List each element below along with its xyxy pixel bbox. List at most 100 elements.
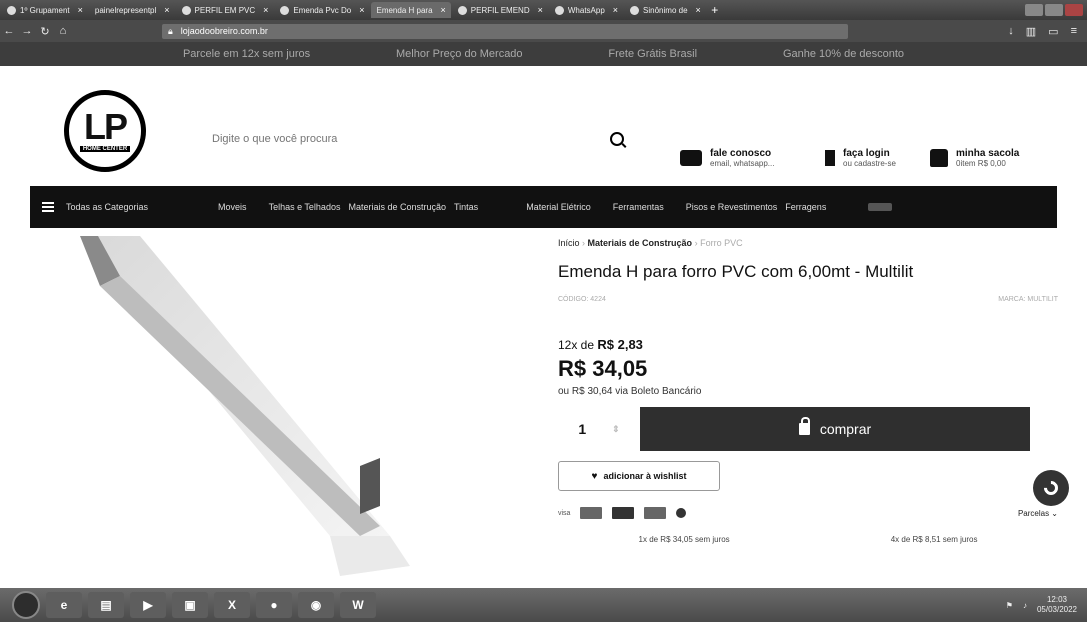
browser-tab[interactable]: WhatsApp × — [550, 2, 623, 18]
pvc-profile-illustration — [80, 236, 410, 576]
nav-more-icon[interactable] — [868, 203, 893, 211]
breadcrumb-category[interactable]: Materiais de Construção — [588, 238, 693, 248]
cart-link[interactable]: minha sacola 0item R$ 0,00 — [930, 148, 1019, 168]
close-tab-icon[interactable]: × — [263, 5, 268, 15]
nav-item[interactable]: Material Elétrico — [526, 202, 591, 212]
word-icon[interactable]: W — [340, 592, 376, 618]
lock-icon — [798, 417, 810, 435]
back-icon[interactable]: ← — [0, 25, 18, 37]
flag-icon[interactable]: ⚑ — [1006, 601, 1013, 610]
browser-toolbar: ← → ↻ ⌂ 🔒︎ lojaodoobreiro.com.br ↓ ▥ ▭ ≡ — [0, 20, 1087, 42]
plan-item: 4x de R$ 8,51 sem juros — [890, 535, 978, 544]
breadcrumb-home[interactable]: Início — [558, 238, 580, 248]
search-input[interactable] — [210, 132, 604, 146]
start-button[interactable] — [12, 591, 40, 619]
ie-icon[interactable]: e — [46, 592, 82, 618]
installment-plans: 1x de R$ 34,05 sem juros 4x de R$ 8,51 s… — [558, 535, 1058, 544]
browser-tab[interactable]: PERFIL EMEND × — [453, 2, 548, 18]
visa-icon: visa — [558, 509, 571, 517]
buy-button[interactable]: comprar — [640, 407, 1030, 451]
product-image[interactable] — [80, 236, 520, 586]
reload-icon[interactable]: ↻ — [36, 25, 54, 38]
contact-link[interactable]: fale conosco email, whatsapp... — [680, 148, 774, 168]
site-logo[interactable]: LP HOME CENTER — [64, 90, 146, 172]
nav-item[interactable]: Ferragens — [785, 202, 826, 212]
windows-taskbar: e ▤ ▶ ▣ X ● ◉ W ⚑ ♪ 12:03 05/03/2022 — [0, 588, 1087, 622]
breadcrumb-current: Forro PVC — [700, 238, 743, 248]
nav-item[interactable]: Telhas e Telhados — [269, 202, 341, 212]
promo-item: Ganhe 10% de desconto — [782, 48, 905, 60]
diners-icon — [644, 507, 667, 519]
amex-icon — [612, 507, 635, 519]
close-tab-icon[interactable]: × — [359, 5, 364, 15]
stepper-arrows-icon[interactable]: ⇕ — [612, 424, 620, 435]
search-icon[interactable] — [610, 132, 624, 146]
product-code: CÓDIGO: 4224 — [558, 296, 606, 303]
file-explorer-icon[interactable]: ▤ — [88, 592, 124, 618]
maximize-button[interactable] — [1045, 4, 1063, 16]
home-icon[interactable]: ⌂ — [54, 25, 72, 37]
promo-item: Frete Grátis Brasil — [608, 48, 698, 60]
payment-methods: visa Parcelas ⌄ — [558, 507, 1058, 519]
excel-icon[interactable]: X — [214, 592, 250, 618]
login-link[interactable]: faça login ou cadastre-se — [825, 148, 896, 168]
browser-tab[interactable]: 1º Grupament × — [2, 2, 88, 18]
close-tab-icon[interactable]: × — [78, 5, 83, 15]
library-icon[interactable]: ▥ — [1026, 25, 1036, 38]
close-tab-icon[interactable]: × — [613, 5, 618, 15]
close-tab-icon[interactable]: × — [696, 5, 701, 15]
browser-tab-active[interactable]: Emenda H para × — [371, 2, 451, 18]
phone-icon — [1041, 478, 1061, 498]
forward-icon[interactable]: → — [18, 25, 36, 37]
mastercard-icon — [580, 507, 603, 519]
add-to-wishlist-button[interactable]: ♥ adicionar à wishlist — [558, 461, 720, 491]
new-tab-button[interactable]: + — [706, 3, 724, 17]
product-title: Emenda H para forro PVC com 6,00mt - Mul… — [558, 262, 914, 281]
volume-icon[interactable]: ♪ — [1023, 601, 1027, 610]
close-window-button[interactable] — [1065, 4, 1083, 16]
browser-tab[interactable]: PERFIL EM PVC × — [177, 2, 274, 18]
product-price: R$ 34,05 — [558, 356, 648, 381]
menu-icon[interactable]: ≡ — [1071, 25, 1077, 38]
download-icon[interactable]: ↓ — [1008, 25, 1014, 38]
window-app-icon[interactable]: ▣ — [172, 592, 208, 618]
media-player-icon[interactable]: ▶ — [130, 592, 166, 618]
close-tab-icon[interactable]: × — [538, 5, 543, 15]
nav-item[interactable]: Pisos e Revestimentos — [686, 202, 778, 212]
browser-tab-bar: 1º Grupament × painelrepresentpl × PERFIL … — [0, 0, 1087, 20]
firefox-icon[interactable]: ● — [256, 592, 292, 618]
nav-item[interactable]: Tintas — [454, 202, 478, 212]
nav-item[interactable]: Moveis — [218, 202, 247, 212]
chrome-icon[interactable]: ◉ — [298, 592, 334, 618]
parcelas-toggle[interactable]: Parcelas ⌄ — [1018, 509, 1058, 518]
tab-favicon-icon — [630, 5, 640, 15]
close-tab-icon[interactable]: × — [441, 5, 446, 15]
browser-tab[interactable]: Emenda Pvc Do × — [275, 2, 369, 18]
product-detail: Início › Materiais de Construção › Forro… — [558, 236, 1058, 544]
clock[interactable]: 12:03 05/03/2022 — [1037, 595, 1077, 615]
tab-favicon-icon — [280, 5, 290, 15]
breadcrumb: Início › Materiais de Construção › Forro… — [558, 238, 743, 248]
whatsapp-favicon-icon — [554, 5, 564, 15]
browser-tab[interactable]: painelrepresentpl × — [90, 2, 175, 18]
login-door-icon — [825, 150, 835, 166]
system-tray: ⚑ ♪ 12:03 05/03/2022 — [1006, 595, 1087, 615]
tab-favicon-icon — [7, 5, 16, 15]
quantity-value: 1 — [578, 421, 587, 437]
search-bar — [210, 128, 630, 150]
lock-icon: 🔒︎ — [168, 25, 173, 36]
promo-item: Melhor Preço do Mercado — [395, 48, 523, 60]
close-tab-icon[interactable]: × — [164, 5, 169, 15]
minimize-button[interactable] — [1025, 4, 1043, 16]
sidebar-icon[interactable]: ▭ — [1048, 25, 1058, 38]
address-bar[interactable]: 🔒︎ lojaodoobreiro.com.br — [162, 23, 848, 39]
nav-item[interactable]: Materiais de Construção — [348, 202, 446, 212]
nav-all-categories[interactable]: Todas as Categorias — [66, 202, 148, 212]
nav-item[interactable]: Ferramentas — [613, 202, 664, 212]
quantity-stepper[interactable]: 1 ⇕ — [558, 407, 640, 451]
site-header: LP HOME CENTER fale conosco email, whats… — [0, 66, 1087, 186]
shopping-bag-icon — [930, 149, 948, 167]
hamburger-menu-icon[interactable] — [42, 200, 54, 214]
whatsapp-button[interactable] — [1033, 470, 1069, 506]
browser-tab[interactable]: Sinônimo de × — [625, 2, 706, 18]
